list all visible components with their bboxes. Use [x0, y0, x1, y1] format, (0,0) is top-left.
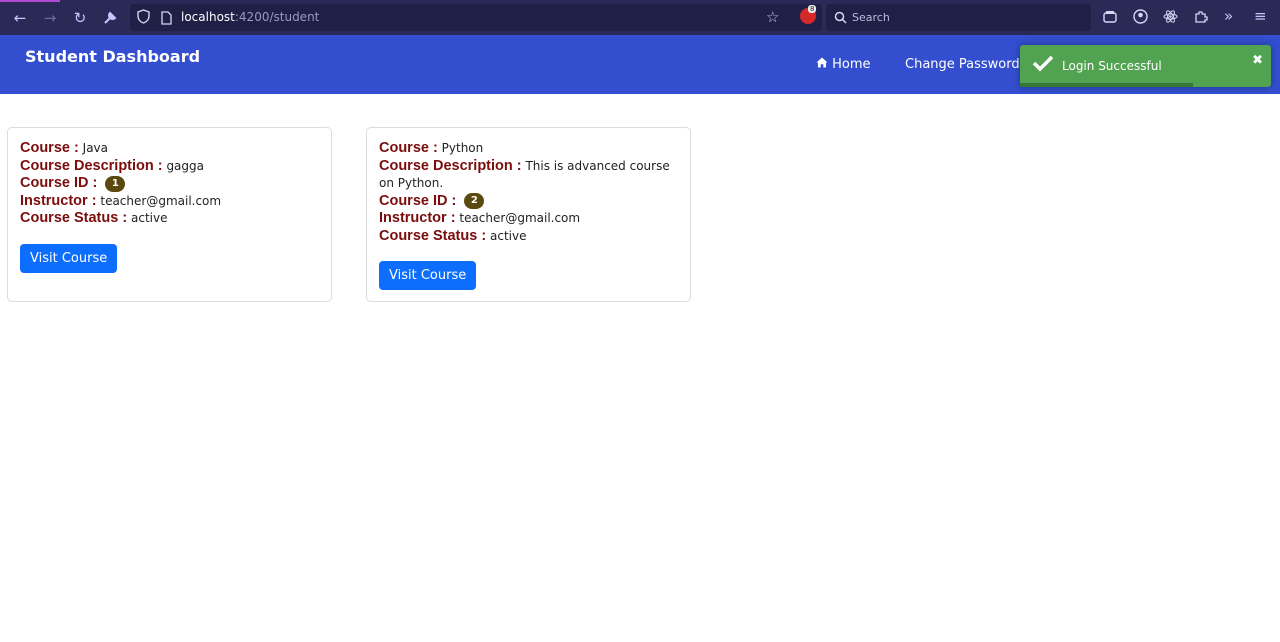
course-label: Course :: [379, 140, 438, 156]
instructor-row: Instructor : teacher@gmail.com: [20, 193, 321, 211]
overflow-chevron-icon[interactable]: »: [1224, 7, 1233, 25]
course-name-row: Course : Java: [20, 140, 321, 158]
page-icon: [161, 10, 172, 29]
course-name: Java: [82, 141, 109, 155]
course-id-row: Course ID : 2: [379, 193, 680, 211]
instructor-row: Instructor : teacher@gmail.com: [379, 210, 680, 228]
course-status-row: Course Status : active: [379, 228, 680, 246]
course-status-label: Course Status :: [20, 210, 128, 226]
instructor-email: teacher@gmail.com: [100, 193, 222, 208]
course-id-label: Course ID :: [20, 175, 98, 191]
course-description-label: Course Description :: [20, 157, 163, 174]
course-id-badge: 1: [105, 175, 126, 192]
course-description-row: Course Description : gagga: [20, 158, 321, 176]
search-bar[interactable]: Search: [826, 4, 1091, 31]
url-host: localhost: [181, 10, 235, 24]
react-devtools-icon[interactable]: [1163, 9, 1178, 28]
close-icon[interactable]: ✖: [1252, 53, 1263, 68]
shield-icon[interactable]: [137, 9, 150, 28]
account-icon[interactable]: [1133, 9, 1148, 28]
course-name: Python: [441, 141, 484, 155]
checkmark-icon: [1032, 53, 1054, 77]
extension-icon[interactable]: 8: [800, 5, 817, 24]
instructor-label: Instructor :: [20, 192, 97, 209]
reload-icon[interactable]: ↻: [70, 8, 90, 28]
course-card: Course : Python Course Description : Thi…: [366, 127, 691, 302]
course-label: Course :: [20, 140, 79, 156]
wrench-icon[interactable]: [100, 8, 120, 28]
toast-progress-bar: [1020, 83, 1194, 87]
course-id-label: Course ID :: [379, 192, 457, 209]
course-description-label: Course Description :: [379, 157, 522, 174]
toast-notification[interactable]: Login Successful ✖: [1020, 45, 1271, 87]
extension-badge: 8: [808, 5, 817, 13]
extensions-puzzle-icon[interactable]: [1194, 9, 1208, 28]
container-icon[interactable]: [1103, 9, 1117, 28]
course-id-row: Course ID : 1: [20, 175, 321, 193]
nav-home-label: Home: [832, 57, 871, 72]
url-path: :4200/student: [234, 10, 320, 24]
instructor-email: teacher@gmail.com: [459, 211, 581, 225]
browser-toolbar: ← → ↻ localhost:4200/student ☆ 8 Search …: [0, 0, 1280, 35]
home-icon: [816, 57, 832, 72]
course-status: active: [131, 211, 168, 225]
forward-arrow-icon[interactable]: →: [40, 8, 60, 28]
instructor-label: Instructor :: [379, 210, 456, 226]
nav-change-password-link[interactable]: Change Password: [905, 57, 1020, 72]
url-text[interactable]: localhost:4200/student: [181, 10, 319, 24]
active-tab-indicator: [0, 0, 60, 2]
search-placeholder: Search: [852, 11, 890, 24]
visit-course-button[interactable]: Visit Course: [379, 261, 477, 290]
course-card: Course : Java Course Description : gagga…: [7, 127, 332, 302]
course-description: gagga: [166, 158, 204, 173]
visit-course-button[interactable]: Visit Course: [20, 243, 118, 273]
back-arrow-icon[interactable]: ←: [10, 8, 30, 28]
menu-icon[interactable]: ≡: [1254, 7, 1267, 25]
course-status-row: Course Status : active: [20, 210, 321, 228]
course-status-label: Course Status :: [379, 227, 487, 244]
nav-home-link[interactable]: Home: [816, 57, 871, 72]
course-id-badge: 2: [464, 193, 485, 209]
bookmark-star-icon[interactable]: ☆: [766, 8, 779, 26]
course-name-row: Course : Python: [379, 140, 680, 158]
page-title: Student Dashboard: [25, 47, 201, 66]
search-icon: [834, 9, 847, 28]
toast-message: Login Successful: [1062, 59, 1162, 73]
course-status: active: [490, 228, 527, 243]
course-description-row: Course Description : This is advanced co…: [379, 158, 680, 193]
url-bar[interactable]: localhost:4200/student ☆: [130, 4, 822, 31]
